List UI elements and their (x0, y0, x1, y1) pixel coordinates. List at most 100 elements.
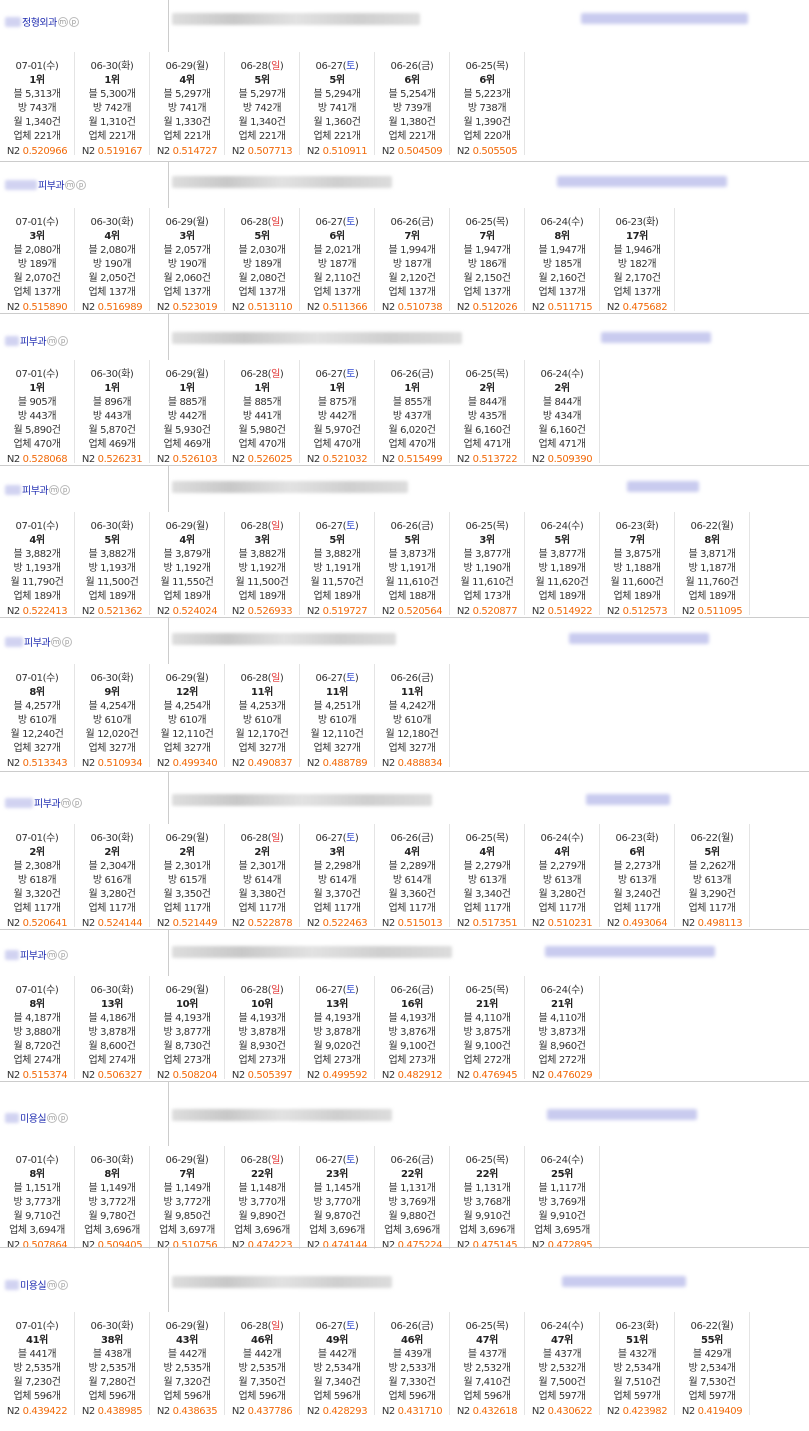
category-label[interactable]: 피부과 (34, 795, 61, 810)
n2-label: N2 (606, 917, 623, 929)
m-badge-icon[interactable]: m (47, 1279, 58, 1290)
category-label[interactable]: 미용실 (20, 1277, 47, 1292)
p-badge-icon[interactable]: p (68, 16, 79, 27)
clinic-name[interactable]: 피부과 m p (5, 634, 73, 649)
monthly-search: 월 3,290건 (688, 889, 736, 901)
n2-label: N2 (306, 917, 323, 929)
daily-cells: 07-01(수) 41위 블 441개 방 2,535개 월 7,230건 업체 596개… (0, 1312, 750, 1417)
n2-value: 0.511715 (547, 301, 593, 313)
clinic-name[interactable]: 피부과 m p (5, 795, 83, 810)
date-close: ) (354, 1321, 359, 1332)
n2-label: N2 (381, 301, 398, 313)
category-label[interactable]: 피부과 (20, 333, 47, 348)
category-label[interactable]: 미용실 (20, 1110, 47, 1125)
monthly-search: 월 7,330건 (388, 1377, 436, 1389)
n2-value: 0.516989 (97, 301, 143, 313)
date-label: 06-28(일) (225, 1320, 299, 1334)
redacted-name (5, 797, 33, 808)
monthly-search: 월 1,360건 (313, 117, 361, 129)
weekday-text: 일 (271, 673, 280, 684)
date-text: 06-26( (390, 833, 422, 844)
n2-value: 0.524024 (172, 605, 218, 617)
weekday-text: 화 (121, 833, 130, 844)
business-count: 업체 189개 (613, 591, 661, 603)
day-cell: 06-26(금) 7위 블 1,994개 방 187개 월 2,120건 업체 137개 N… (375, 208, 450, 313)
p-badge-icon[interactable]: p (58, 1279, 69, 1290)
category-label[interactable]: 피부과 (20, 947, 47, 962)
clinic-name[interactable]: 피부과 m p (5, 333, 69, 348)
n2-value: 0.512026 (472, 301, 518, 313)
date-close: ) (54, 1321, 59, 1332)
weekday-text: 화 (646, 1321, 655, 1332)
date-text: 06-27( (315, 1155, 347, 1166)
blog-count: 블 437개 (542, 1349, 582, 1361)
n2-label: N2 (156, 605, 173, 617)
clinic-name[interactable]: 미용실 m p (5, 1110, 69, 1125)
date-text: 06-24( (540, 833, 572, 844)
date-close: ) (129, 369, 134, 380)
n2-score: N2 0.432618 (450, 1405, 524, 1419)
date-close: ) (354, 369, 359, 380)
date-label: 06-26(금) (375, 1320, 449, 1334)
day-cell: 06-22(월) 5위 블 2,262개 방 613개 월 3,290건 업체 117개 N… (675, 824, 750, 929)
date-text: 07-01( (15, 369, 47, 380)
p-badge-icon[interactable]: p (76, 179, 87, 190)
n2-value: 0.438985 (97, 1405, 143, 1417)
p-badge-icon[interactable]: p (60, 484, 71, 495)
date-close: ) (504, 217, 509, 228)
n2-label: N2 (381, 453, 398, 465)
weekday-text: 월 (196, 833, 205, 844)
day-cell: 06-29(월) 4위 블 5,297개 방 741개 월 1,330건 업체 221개 N… (150, 52, 225, 157)
n2-label: N2 (6, 301, 23, 313)
p-badge-icon[interactable]: p (62, 636, 73, 647)
rank-value: 1위 (329, 383, 345, 395)
cafe-count: 방 3,773개 (13, 1197, 61, 1209)
blog-count: 블 2,301개 (238, 861, 286, 873)
clinic-name[interactable]: 피부과 m p (5, 177, 87, 192)
rank-value: 1위 (29, 383, 45, 395)
day-cell: 06-30(화) 9위 블 4,254개 방 610개 월 12,020건 업체 327개… (75, 664, 150, 769)
category-label[interactable]: 피부과 (22, 482, 49, 497)
m-badge-icon[interactable]: m (47, 335, 58, 346)
p-badge-icon[interactable]: p (58, 949, 69, 960)
date-close: ) (204, 1155, 209, 1166)
n2-label: N2 (81, 757, 98, 769)
business-count: 업체 137개 (88, 287, 136, 299)
p-badge-icon[interactable]: p (58, 335, 69, 346)
clinic-name[interactable]: 정형외과 m p (5, 14, 79, 29)
m-badge-icon[interactable]: m (61, 797, 72, 808)
date-label: 06-27(토) (300, 832, 374, 846)
blog-count: 블 4,254개 (163, 701, 211, 713)
clinic-name[interactable]: 피부과 m p (5, 947, 69, 962)
weekday-text: 금 (421, 673, 430, 684)
category-label[interactable]: 정형외과 (22, 14, 57, 29)
p-badge-icon[interactable]: p (58, 1112, 69, 1123)
m-badge-icon[interactable]: m (47, 949, 58, 960)
blog-count: 블 437개 (467, 1349, 507, 1361)
weekday-text: 수 (46, 217, 55, 228)
m-badge-icon[interactable]: m (65, 179, 76, 190)
m-badge-icon[interactable]: m (57, 16, 68, 27)
date-label: 06-30(화) (75, 216, 149, 230)
m-badge-icon[interactable]: m (51, 636, 62, 647)
date-text: 06-26( (390, 61, 422, 72)
m-badge-icon[interactable]: m (49, 484, 60, 495)
category-label[interactable]: 피부과 (38, 177, 65, 192)
date-close: ) (579, 369, 584, 380)
n2-label: N2 (456, 145, 473, 157)
cafe-count: 방 189개 (242, 259, 282, 271)
clinic-name[interactable]: 미용실 m p (5, 1277, 69, 1292)
blog-count: 블 905개 (17, 397, 57, 409)
date-text: 06-30( (90, 217, 122, 228)
business-count: 업체 596개 (88, 1391, 136, 1403)
n2-label: N2 (381, 605, 398, 617)
cafe-count: 방 610개 (17, 715, 57, 727)
business-count: 업체 596개 (313, 1391, 361, 1403)
clinic-name[interactable]: 피부과 m p (5, 482, 71, 497)
m-badge-icon[interactable]: m (47, 1112, 58, 1123)
p-badge-icon[interactable]: p (72, 797, 83, 808)
date-text: 06-26( (390, 521, 422, 532)
n2-value: 0.519727 (322, 605, 368, 617)
date-label: 06-28(일) (225, 1154, 299, 1168)
category-label[interactable]: 피부과 (24, 634, 51, 649)
